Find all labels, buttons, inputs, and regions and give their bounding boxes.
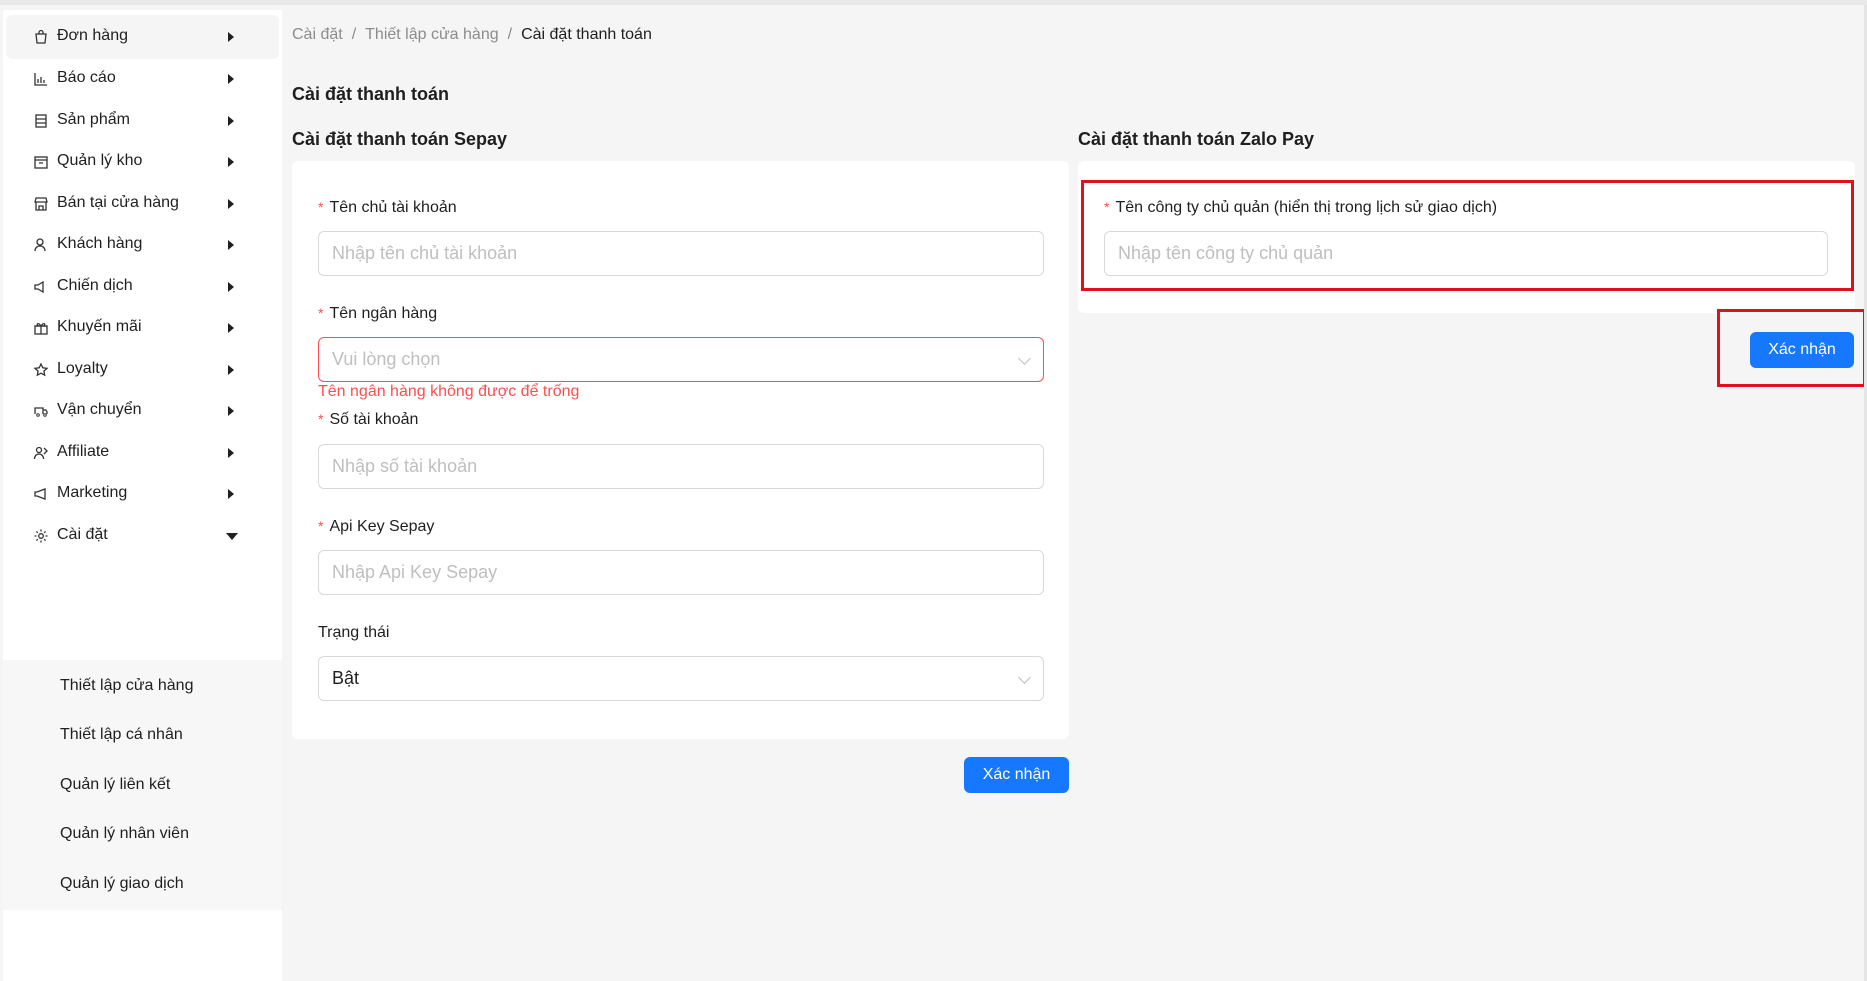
sidebar-item-label: Loyalty	[57, 360, 108, 377]
caret-right-icon	[228, 32, 234, 42]
highlight-box-submit-button	[1717, 309, 1866, 387]
zalopay-section-title: Cài đặt thanh toán Zalo Pay	[1078, 129, 1315, 149]
submenu-item-personal-setup[interactable]: Thiết lập cá nhân	[60, 726, 183, 744]
submenu-item-links[interactable]: Quản lý liên kết	[60, 776, 170, 794]
truck-icon	[34, 407, 48, 417]
sepay-submit-button[interactable]: Xác nhận	[964, 757, 1069, 793]
sidebar-item-loyalty[interactable]: Loyalty	[6, 348, 279, 392]
sidebar-item-affiliate[interactable]: Affiliate	[6, 431, 279, 475]
caret-right-icon	[228, 365, 234, 375]
breadcrumb-item-current: Cài đặt thanh toán	[521, 26, 652, 43]
sidebar-item-label: Báo cáo	[57, 69, 116, 86]
sidebar-item-label: Đơn hàng	[57, 27, 128, 44]
submenu-item-staff[interactable]: Quản lý nhân viên	[60, 825, 189, 843]
warehouse-icon	[34, 156, 48, 169]
required-mark: *	[318, 305, 324, 321]
required-mark: *	[318, 518, 324, 534]
caret-right-icon	[228, 489, 234, 499]
sidebar-item-marketing[interactable]: Marketing	[6, 472, 279, 516]
sidebar-item-label: Chiến dịch	[57, 277, 133, 294]
caret-right-icon	[228, 406, 234, 416]
sidebar-item-label: Marketing	[57, 484, 128, 501]
bank-name-placeholder: Vui lòng chọn	[332, 349, 441, 369]
breadcrumb-separator: /	[351, 26, 357, 43]
breadcrumb-separator: /	[507, 26, 513, 43]
caret-right-icon	[228, 323, 234, 333]
chevron-down-icon	[1018, 352, 1031, 365]
sidebar-item-warehouse[interactable]: Quản lý kho	[6, 140, 279, 184]
sidebar-item-pos[interactable]: Bán tại cửa hàng	[6, 182, 279, 226]
status-select[interactable]: Bật	[318, 656, 1044, 701]
sepay-section-title: Cài đặt thanh toán Sepay	[292, 129, 508, 149]
api-key-label: * Api Key Sepay	[318, 518, 435, 535]
sidebar-item-label: Khuyến mãi	[57, 318, 142, 335]
page-title: Cài đặt thanh toán	[292, 84, 449, 104]
bank-name-label: * Tên ngân hàng	[318, 305, 438, 322]
account-number-input[interactable]	[318, 444, 1044, 489]
sidebar-item-label: Bán tại cửa hàng	[57, 194, 179, 211]
account-name-label: * Tên chủ tài khoản	[318, 199, 457, 216]
account-name-input[interactable]	[318, 231, 1044, 276]
chevron-down-icon	[1018, 671, 1031, 684]
megaphone-icon	[34, 488, 46, 500]
required-mark: *	[318, 199, 324, 215]
sidebar-item-label: Vận chuyển	[57, 401, 142, 418]
sidebar-item-label: Quản lý kho	[57, 152, 143, 169]
bank-name-select[interactable]: Vui lòng chọn	[318, 337, 1044, 382]
sidebar-item-label: Cài đặt	[57, 526, 108, 543]
caret-down-icon	[226, 533, 238, 540]
campaign-icon	[34, 280, 44, 294]
sidebar-item-campaigns[interactable]: Chiến dịch	[6, 265, 279, 309]
shopping-bag-icon	[35, 29, 47, 44]
sidebar-item-shipping[interactable]: Vận chuyển	[6, 389, 279, 433]
caret-right-icon	[228, 448, 234, 458]
customer-icon	[34, 238, 46, 252]
status-label: Trạng thái	[318, 624, 390, 641]
app-root: Đơn hàng Báo cáo Sản phẩm Quản lý kho Bá…	[0, 0, 1867, 981]
breadcrumb-item-store-setup[interactable]: Thiết lập cửa hàng	[365, 26, 498, 43]
submenu-item-store-setup[interactable]: Thiết lập cửa hàng	[60, 677, 193, 695]
product-icon	[35, 114, 47, 128]
caret-right-icon	[228, 74, 234, 84]
caret-right-icon	[228, 157, 234, 167]
breadcrumb: Cài đặt / Thiết lập cửa hàng / Cài đặt thanh…	[292, 26, 652, 44]
gift-icon	[34, 323, 48, 335]
sidebar-item-products[interactable]: Sản phẩm	[6, 99, 279, 143]
affiliate-icon	[33, 446, 48, 460]
submenu-item-transactions[interactable]: Quản lý giao dịch	[60, 875, 184, 893]
chart-icon	[34, 73, 47, 86]
caret-right-icon	[228, 199, 234, 209]
sidebar-item-settings[interactable]: Cài đặt	[6, 514, 279, 558]
api-key-input[interactable]	[318, 550, 1044, 595]
sidebar-item-reports[interactable]: Báo cáo	[6, 57, 279, 101]
caret-right-icon	[228, 282, 234, 292]
gear-icon	[34, 529, 48, 543]
sidebar-footer	[3, 910, 282, 981]
sidebar-item-promotions[interactable]: Khuyến mãi	[6, 306, 279, 350]
sidebar-item-label: Affiliate	[57, 443, 110, 460]
store-icon	[34, 197, 48, 211]
account-number-label: * Số tài khoản	[318, 411, 419, 428]
star-icon	[33, 362, 49, 377]
status-selected-value: Bật	[332, 668, 360, 688]
caret-right-icon	[228, 116, 234, 126]
caret-right-icon	[228, 240, 234, 250]
highlight-box-company-field	[1081, 180, 1854, 291]
sidebar-item-label: Sản phẩm	[57, 111, 130, 128]
breadcrumb-item-settings[interactable]: Cài đặt	[292, 26, 343, 43]
bank-name-error: Tên ngân hàng không được để trống	[318, 383, 580, 400]
sidebar-item-orders[interactable]: Đơn hàng	[6, 15, 279, 59]
sidebar-item-customers[interactable]: Khách hàng	[6, 223, 279, 267]
sidebar-item-label: Khách hàng	[57, 235, 143, 252]
required-mark: *	[318, 411, 324, 427]
